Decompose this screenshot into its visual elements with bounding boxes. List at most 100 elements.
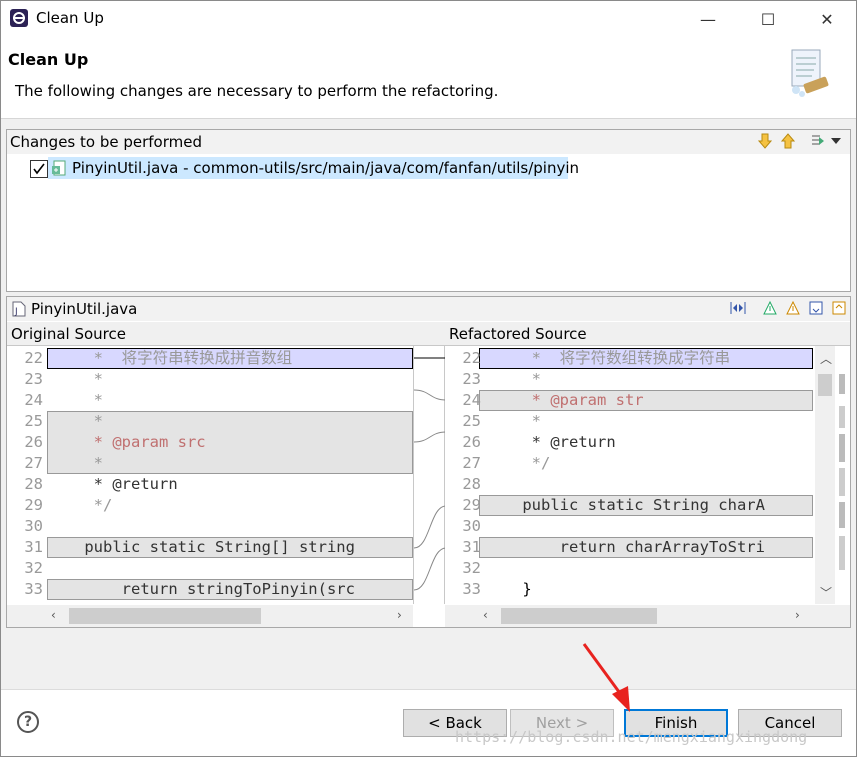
swap-panes-icon[interactable] bbox=[728, 298, 748, 318]
code-text: * bbox=[485, 412, 541, 430]
line-number: 23 bbox=[24, 370, 43, 388]
line-number: 26 bbox=[462, 433, 481, 451]
line-number: 24 bbox=[24, 391, 43, 409]
original-code-line: 33 return stringToPinyin(src bbox=[7, 579, 413, 600]
scroll-left-icon[interactable]: ‹ bbox=[483, 608, 488, 622]
code-text: public static String[] string bbox=[47, 538, 355, 556]
line-number: 30 bbox=[24, 517, 43, 535]
original-code-line: 23 * bbox=[7, 369, 413, 390]
changes-panel-label: Changes to be performed bbox=[10, 133, 202, 151]
refactored-code-line: 33 } bbox=[445, 579, 815, 600]
original-code-line: 30 bbox=[7, 516, 413, 537]
footer-separator bbox=[1, 689, 856, 690]
help-button[interactable]: ? bbox=[17, 711, 39, 733]
next-difference-icon[interactable] bbox=[760, 298, 780, 318]
code-text: */ bbox=[485, 454, 551, 472]
code-text: return charArrayToStri bbox=[485, 538, 765, 556]
refactored-code-line: 28 bbox=[445, 474, 815, 495]
line-number: 23 bbox=[462, 370, 481, 388]
filter-changes-icon[interactable] bbox=[808, 131, 828, 151]
refactored-code-line: 26 * @return bbox=[445, 432, 815, 453]
scroll-right-icon[interactable]: › bbox=[397, 608, 402, 622]
code-text: return stringToPinyin(src bbox=[47, 580, 355, 598]
help-icon: ? bbox=[23, 714, 33, 730]
scroll-down-icon[interactable]: ﹀ bbox=[820, 584, 832, 601]
scroll-left-icon[interactable]: ‹ bbox=[51, 608, 56, 622]
line-number: 22 bbox=[462, 349, 481, 367]
java-change-icon bbox=[51, 160, 67, 176]
line-number: 32 bbox=[24, 559, 43, 577]
compare-file-label: PinyinUtil.java bbox=[31, 300, 138, 318]
vertical-scroll-thumb[interactable] bbox=[818, 374, 832, 396]
refactored-code-line: 30 bbox=[445, 516, 815, 537]
line-number: 29 bbox=[24, 496, 43, 514]
refactored-source-pane[interactable]: 22 * 将字符数组转换成字符串 23 * 24 * @param str 25 * 2… bbox=[445, 346, 815, 604]
page-title: Clean Up bbox=[8, 50, 89, 69]
gutter-header bbox=[413, 322, 445, 346]
next-change-compare-icon[interactable] bbox=[806, 298, 826, 318]
code-text: * bbox=[47, 370, 103, 388]
original-code-line: 24 * bbox=[7, 390, 413, 411]
line-number: 24 bbox=[462, 391, 481, 409]
line-number: 26 bbox=[24, 433, 43, 451]
line-number: 28 bbox=[462, 475, 481, 493]
window-title: Clean Up bbox=[36, 9, 104, 27]
diff-connector-gutter bbox=[413, 346, 447, 604]
watermark-text: https://blog.csdn.net/mengxiangxingdong bbox=[455, 728, 808, 746]
code-text: * @param str bbox=[485, 391, 644, 409]
original-hscrollbar[interactable]: ‹ › bbox=[7, 605, 413, 627]
line-number: 27 bbox=[462, 454, 481, 472]
refactored-code-line: 32 bbox=[445, 558, 815, 579]
original-hscroll-thumb[interactable] bbox=[69, 608, 261, 624]
original-code-line: 26 * @param src bbox=[7, 432, 413, 453]
refactored-hscrollbar[interactable]: ‹ › bbox=[445, 605, 850, 627]
code-text: public static String charA bbox=[485, 496, 765, 514]
refactored-code-line: 29 public static String charA bbox=[445, 495, 815, 516]
page-description: The following changes are necessary to p… bbox=[15, 82, 499, 100]
original-code-line: 22 * 将字符串转换成拼音数组 bbox=[7, 348, 413, 369]
original-source-pane[interactable]: 22 * 将字符串转换成拼音数组 23 * 24 * 25 * 26 * @param … bbox=[7, 346, 413, 604]
chevron-down-icon[interactable] bbox=[828, 131, 844, 151]
refactored-code-line: 23 * bbox=[445, 369, 815, 390]
svg-text:J: J bbox=[14, 307, 18, 317]
refactored-code-line: 25 * bbox=[445, 411, 815, 432]
minimize-icon: — bbox=[700, 9, 716, 29]
refactored-hscroll-thumb[interactable] bbox=[501, 608, 657, 624]
code-text: } bbox=[485, 580, 532, 598]
minimize-button[interactable]: — bbox=[678, 1, 738, 37]
previous-change-icon[interactable] bbox=[778, 131, 798, 151]
original-source-header: Original Source bbox=[7, 322, 413, 346]
previous-change-compare-icon[interactable] bbox=[829, 298, 849, 318]
line-number: 33 bbox=[24, 580, 43, 598]
code-text: * bbox=[485, 370, 541, 388]
original-code-line: 28 * @return bbox=[7, 474, 413, 495]
change-item-label[interactable]: PinyinUtil.java - common-utils/src/main/… bbox=[72, 159, 579, 177]
line-number: 25 bbox=[462, 412, 481, 430]
refactored-code-line: 24 * @param str bbox=[445, 390, 815, 411]
refactored-code-line: 31 return charArrayToStri bbox=[445, 537, 815, 558]
wizard-header bbox=[1, 37, 856, 117]
diff-overview-ruler[interactable] bbox=[835, 346, 850, 604]
code-text: * 将字符数组转换成字符串 bbox=[485, 349, 731, 367]
change-checkbox[interactable] bbox=[30, 160, 48, 178]
close-button[interactable]: ✕ bbox=[797, 1, 857, 37]
code-text: */ bbox=[47, 496, 113, 514]
wizard-banner-icon bbox=[786, 46, 834, 100]
close-icon: ✕ bbox=[820, 9, 834, 29]
line-number: 31 bbox=[24, 538, 43, 556]
gutter-scroll-spacer bbox=[413, 605, 445, 627]
code-text: * 将字符串转换成拼音数组 bbox=[47, 349, 293, 367]
line-number: 29 bbox=[462, 496, 481, 514]
maximize-button[interactable]: ☐ bbox=[738, 1, 798, 37]
scroll-right-icon[interactable]: › bbox=[795, 608, 800, 622]
refactored-source-header: Refactored Source bbox=[445, 322, 850, 346]
original-code-line: 32 bbox=[7, 558, 413, 579]
refactored-code-line: 22 * 将字符数组转换成字符串 bbox=[445, 348, 815, 369]
code-text: * bbox=[47, 412, 103, 430]
next-change-icon[interactable] bbox=[755, 131, 775, 151]
previous-difference-icon[interactable] bbox=[783, 298, 803, 318]
vertical-scrollbar[interactable]: ︿ ﹀ bbox=[815, 346, 835, 604]
red-arrow-annotation bbox=[582, 643, 630, 712]
scroll-up-icon[interactable]: ︿ bbox=[820, 350, 832, 367]
line-number: 25 bbox=[24, 412, 43, 430]
